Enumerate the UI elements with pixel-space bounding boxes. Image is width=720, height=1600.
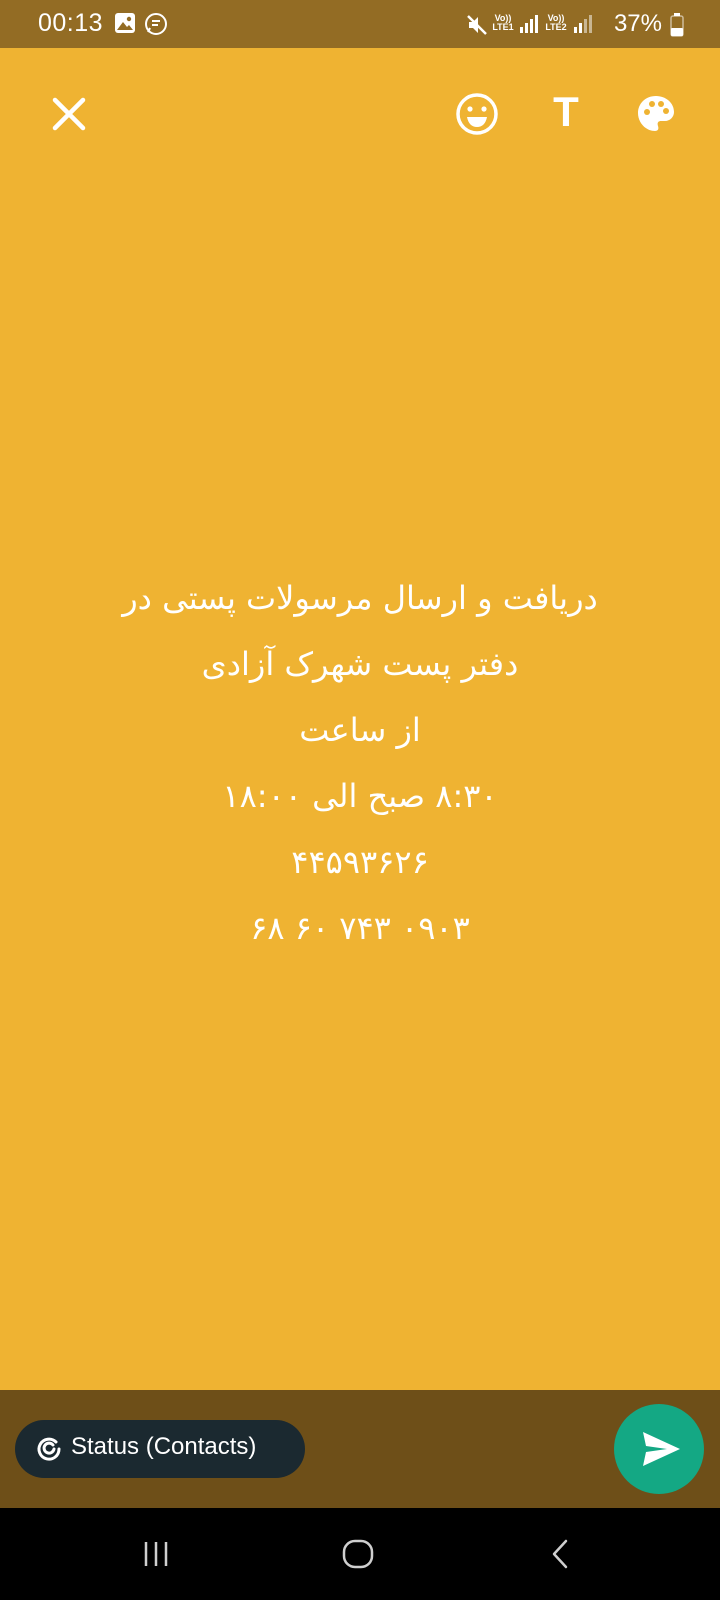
status-bar: 00:13 Vo)) LTE1 Vo)) LTE2 37% [0, 0, 720, 48]
text-button[interactable]: T [538, 86, 594, 142]
caption-line: ۴۴۵۹۳۶۲۶ [291, 843, 429, 881]
send-button[interactable] [614, 1404, 704, 1494]
audience-label: Status (Contacts) [71, 1433, 257, 1460]
message-notification-icon [144, 12, 168, 40]
navigation-bar [0, 1508, 720, 1600]
battery-icon [670, 13, 684, 37]
palette-icon [638, 96, 674, 131]
home-icon[interactable] [338, 1536, 378, 1572]
caption-line: ۸:۳۰ صبح الی ۱۸:۰۰ [222, 777, 498, 815]
emoji-icon [456, 93, 498, 135]
sim1-label: Vo)) LTE1 [492, 13, 514, 32]
mute-icon [466, 14, 488, 40]
audience-selector[interactable]: Status (Contacts) [15, 1420, 305, 1478]
color-button[interactable] [628, 86, 684, 142]
battery-level: 37% [613, 10, 662, 37]
close-button[interactable] [41, 86, 97, 142]
status-text[interactable]: دریافت و ارسال مرسولات پستی در دفتر پست … [40, 565, 680, 961]
signal-icon [574, 15, 592, 33]
recent-apps-icon[interactable] [138, 1536, 174, 1572]
text-icon: T [553, 88, 579, 135]
back-icon[interactable] [543, 1536, 579, 1572]
bottom-bar: Status (Contacts) [0, 1390, 720, 1508]
close-icon [52, 97, 86, 131]
send-icon [643, 1432, 680, 1466]
signal-icon [520, 15, 538, 33]
caption-line: از ساعت [299, 711, 421, 749]
clock: 00:13 [38, 9, 104, 37]
emoji-button[interactable] [449, 86, 505, 142]
caption-line: ۰۹۰۳ ۷۴۳ ۶۰ ۶۸ [250, 909, 470, 947]
caption-line: دفتر پست شهرک آزادی [201, 645, 519, 683]
privacy-icon [37, 1437, 61, 1461]
sim2-label: Vo)) LTE2 [545, 13, 567, 32]
caption-line: دریافت و ارسال مرسولات پستی در [122, 579, 598, 617]
gallery-notification-icon [114, 12, 136, 38]
